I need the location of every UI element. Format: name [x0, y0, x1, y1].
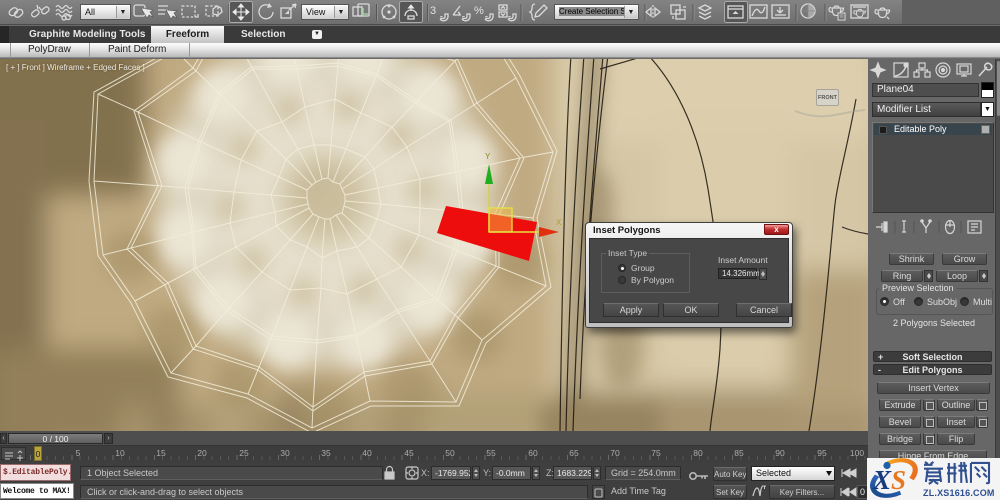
svg-text:X: X	[872, 465, 892, 495]
svg-text:X: X	[556, 218, 562, 227]
svg-text:%: %	[474, 5, 484, 17]
svg-text:S: S	[891, 465, 906, 495]
svg-text:3: 3	[430, 5, 436, 17]
svg-text:ZL.XS1616.COM: ZL.XS1616.COM	[923, 488, 995, 498]
svg-text:Y: Y	[485, 152, 491, 161]
